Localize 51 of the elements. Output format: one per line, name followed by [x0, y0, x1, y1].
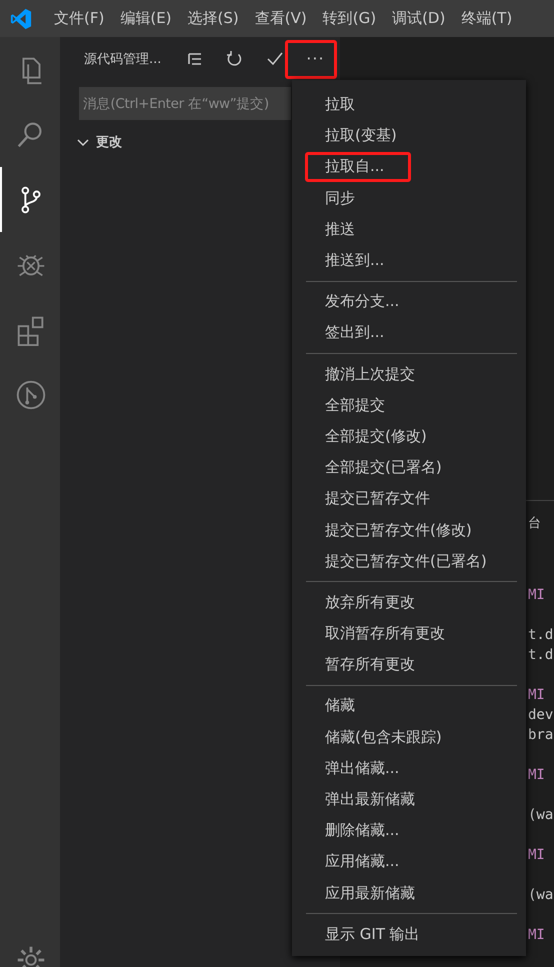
menu-item[interactable]: 拉取自... — [325, 157, 384, 176]
menu-item[interactable]: 取消暂存所有更改 — [325, 624, 445, 644]
terminal-text: MI — [528, 587, 545, 603]
menu-item[interactable]: 放弃所有更改 — [325, 592, 415, 612]
terminal-text: MI — [528, 687, 545, 703]
menu-item[interactable]: 同步 — [325, 188, 355, 208]
menu-item[interactable]: 储藏 — [325, 696, 355, 716]
menu-item[interactable]: 暂存所有更改 — [325, 655, 415, 674]
menu-item[interactable]: 提交已暂存文件 — [325, 489, 430, 508]
commit-message-field[interactable]: 消息(Ctrl+Enter 在“ww”提交) — [79, 87, 291, 120]
menu-item[interactable]: 提交已暂存文件(修改) — [325, 520, 472, 540]
more-actions-button[interactable]: ··· — [302, 47, 329, 70]
menu-item[interactable]: 全部提交(修改) — [325, 426, 427, 446]
menu-item[interactable]: 撤消上次提交 — [325, 364, 415, 384]
menu-item[interactable]: 查看(V) — [246, 9, 315, 28]
terminal-text: (wa — [528, 887, 554, 903]
menu-item[interactable]: 提交已暂存文件(已署名) — [325, 552, 487, 571]
menu-item[interactable]: 调试(D) — [384, 9, 454, 28]
terminal-text: t.d — [528, 627, 554, 643]
panel-tab[interactable]: 台 — [528, 514, 541, 532]
menu-item[interactable]: 发布分支... — [325, 292, 400, 312]
menu-item[interactable]: 删除储藏... — [325, 821, 400, 840]
menu-item[interactable]: 储藏(包含未跟踪) — [325, 728, 442, 747]
terminal-text: (wa — [528, 807, 554, 823]
menu-item[interactable]: 编辑(E) — [112, 9, 180, 28]
menu-item[interactable]: 显示 GIT 输出 — [325, 924, 420, 944]
menu-item[interactable]: 签出到... — [325, 323, 384, 342]
terminal-text: MI — [528, 847, 545, 863]
check-icon[interactable] — [266, 50, 284, 68]
terminal-text: dev — [528, 707, 554, 723]
menu-item[interactable]: 弹出储藏... — [325, 758, 400, 778]
menu-item[interactable]: 应用储藏... — [325, 852, 400, 872]
menu-item[interactable]: 推送 — [325, 220, 355, 239]
menu-item[interactable]: 转到(G) — [314, 9, 384, 28]
terminal-text: MI — [528, 927, 545, 943]
terminal-text: t.d — [528, 647, 554, 663]
app-logo-icon — [10, 8, 32, 30]
terminal-text: MI — [528, 767, 545, 783]
menu-item[interactable]: 拉取 — [325, 95, 355, 114]
menu-item[interactable]: 应用最新储藏 — [325, 884, 415, 903]
terminal-text: bra — [528, 727, 554, 743]
panel-title: 源代码管理... — [84, 50, 162, 68]
menu-item[interactable]: 拉取(变基) — [325, 126, 397, 146]
menu-item[interactable]: 全部提交(已署名) — [325, 458, 442, 478]
menu-item[interactable]: 文件(F) — [46, 9, 112, 28]
menu-item[interactable]: 推送到... — [325, 251, 384, 270]
menu-item[interactable]: 弹出最新储藏 — [325, 790, 415, 810]
section-header[interactable]: 更改 — [96, 133, 122, 151]
menu-item[interactable]: 全部提交 — [325, 396, 385, 415]
menu-item[interactable]: 终端(T) — [453, 9, 520, 28]
menu-item[interactable]: 选择(S) — [180, 9, 247, 28]
